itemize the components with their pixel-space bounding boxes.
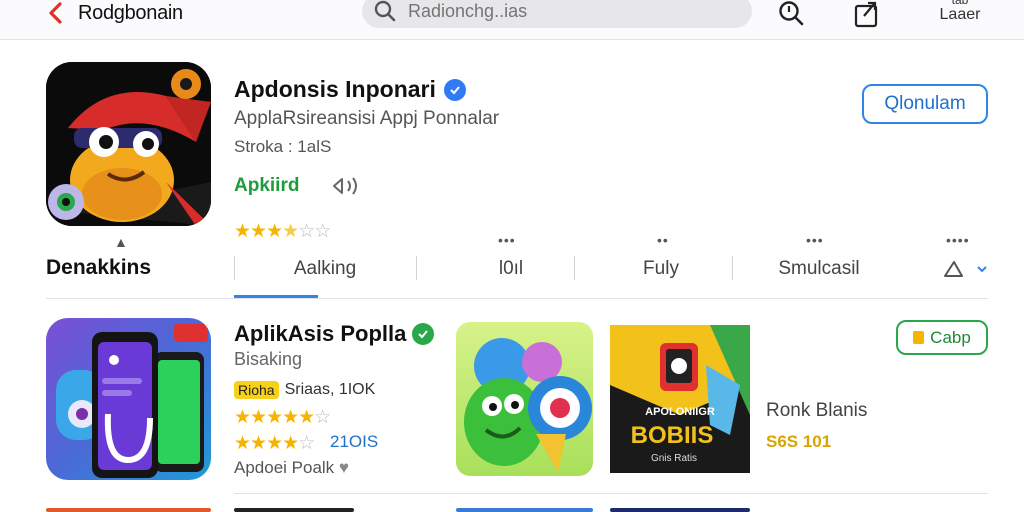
rating-stars-off: ☆ bbox=[314, 407, 331, 428]
tab-dots: •••• bbox=[946, 232, 970, 248]
tab-dots: ••• bbox=[806, 232, 824, 248]
screenshot-thumbnail[interactable]: APOLONIIGR BOBIIS Gnis Ratis bbox=[610, 325, 750, 473]
list-app-icon[interactable] bbox=[46, 318, 211, 480]
app-icon[interactable] bbox=[46, 62, 211, 226]
search-bar[interactable] bbox=[362, 0, 752, 28]
rating-stars-off: ☆ bbox=[298, 433, 315, 454]
rating-stars-on: ★★★★★ bbox=[234, 407, 315, 428]
back-label: Rodgbonain bbox=[78, 1, 183, 24]
buy-button[interactable]: Cabp bbox=[896, 320, 988, 355]
next-item-peek bbox=[46, 508, 211, 512]
monster-illustration bbox=[456, 322, 593, 476]
tab-smulcasil[interactable]: Smulcasil bbox=[744, 258, 894, 280]
promo-line3: Gnis Ratis bbox=[651, 453, 697, 464]
verified-icon bbox=[443, 78, 466, 101]
next-item-peek bbox=[234, 508, 354, 512]
rating-stars: ★★★★☆☆ bbox=[234, 220, 331, 243]
verified-icon bbox=[412, 323, 435, 345]
rating-stars: ★★★★★☆ bbox=[234, 406, 331, 429]
install-status: Apkiird bbox=[234, 175, 300, 196]
mascot-icon bbox=[46, 62, 211, 226]
heart-icon[interactable]: ♥ bbox=[339, 458, 349, 477]
category-text: Sriaas, 1IOK bbox=[284, 381, 376, 398]
tab-l0il[interactable]: l0ıl bbox=[436, 258, 586, 280]
next-item-peek bbox=[610, 508, 750, 512]
collapse-caret-icon[interactable]: ▲ bbox=[114, 234, 128, 250]
side-price: S6S 101 bbox=[766, 432, 832, 451]
rating-stars-on: ★★★ bbox=[234, 221, 283, 242]
rating-stars-off: ☆☆ bbox=[298, 221, 331, 242]
rating-stars-half: ★ bbox=[282, 221, 299, 242]
list-app-title: AplikAsis Poplla bbox=[234, 321, 435, 347]
phone-app-icon bbox=[46, 318, 211, 480]
filter-dropdown-icon[interactable] bbox=[942, 258, 990, 280]
tab-divider bbox=[574, 256, 575, 280]
list-divider bbox=[234, 493, 988, 494]
app-meta: Stroka : 1alS bbox=[234, 137, 332, 156]
promo-line2: BOBIIS bbox=[631, 422, 714, 449]
tab-aalking[interactable]: Aalking bbox=[250, 258, 400, 280]
developer-name: Apdoei Poalk ♥ bbox=[234, 458, 349, 478]
buy-button-label: Cabp bbox=[930, 327, 971, 347]
tab-divider bbox=[416, 256, 417, 280]
search-input[interactable] bbox=[408, 0, 708, 22]
search-icon[interactable] bbox=[778, 0, 804, 26]
rating-stars-on: ★★★★ bbox=[234, 433, 299, 454]
list-app-subtitle: Bisaking bbox=[234, 349, 303, 369]
list-app-tag-row: Rioha Sriaas, 1IOK bbox=[234, 381, 375, 399]
more-menu[interactable]: tab Laaer bbox=[930, 0, 990, 24]
tab-dots: •• bbox=[657, 232, 669, 248]
promo-line1: APOLONIIGR bbox=[645, 406, 715, 418]
more-label: Laaer bbox=[939, 6, 981, 23]
category-badge: Rioha bbox=[234, 381, 279, 399]
next-item-peek bbox=[456, 508, 593, 512]
top-bar: Rodgbonain tab Laaer bbox=[0, 0, 1024, 40]
section-divider bbox=[46, 298, 988, 299]
tab-fuly[interactable]: Fuly bbox=[586, 258, 736, 280]
shopping-bag-icon bbox=[913, 331, 925, 344]
section-title: Denakkins bbox=[46, 256, 152, 279]
tab-divider bbox=[234, 256, 235, 280]
screenshot-thumbnail[interactable] bbox=[456, 322, 593, 476]
tab-dots: ••• bbox=[498, 232, 516, 248]
tab-divider bbox=[732, 256, 733, 280]
app-subtitle: ApplaRsireansisi Appj Ponnalar bbox=[234, 108, 500, 129]
app-title-text: Apdonsis Inponari bbox=[234, 76, 436, 102]
developer-label: Apdoei Poalk bbox=[234, 458, 335, 477]
rating-stars: ★★★★☆ bbox=[234, 432, 315, 455]
promo-banner: APOLONIIGR BOBIIS Gnis Ratis bbox=[610, 325, 750, 473]
share-icon[interactable] bbox=[854, 0, 880, 28]
app-title: Apdonsis Inponari bbox=[234, 76, 466, 103]
search-icon bbox=[374, 0, 396, 22]
speaker-icon[interactable] bbox=[330, 174, 364, 198]
back-button[interactable]: Rodgbonain bbox=[46, 0, 183, 26]
get-button[interactable]: Qlonulam bbox=[862, 84, 988, 124]
side-title: Ronk Blanis bbox=[766, 400, 868, 421]
chevron-left-icon bbox=[49, 2, 62, 24]
rating-count: 21OIS bbox=[330, 432, 379, 451]
list-app-title-text: AplikAsis Poplla bbox=[234, 321, 407, 346]
